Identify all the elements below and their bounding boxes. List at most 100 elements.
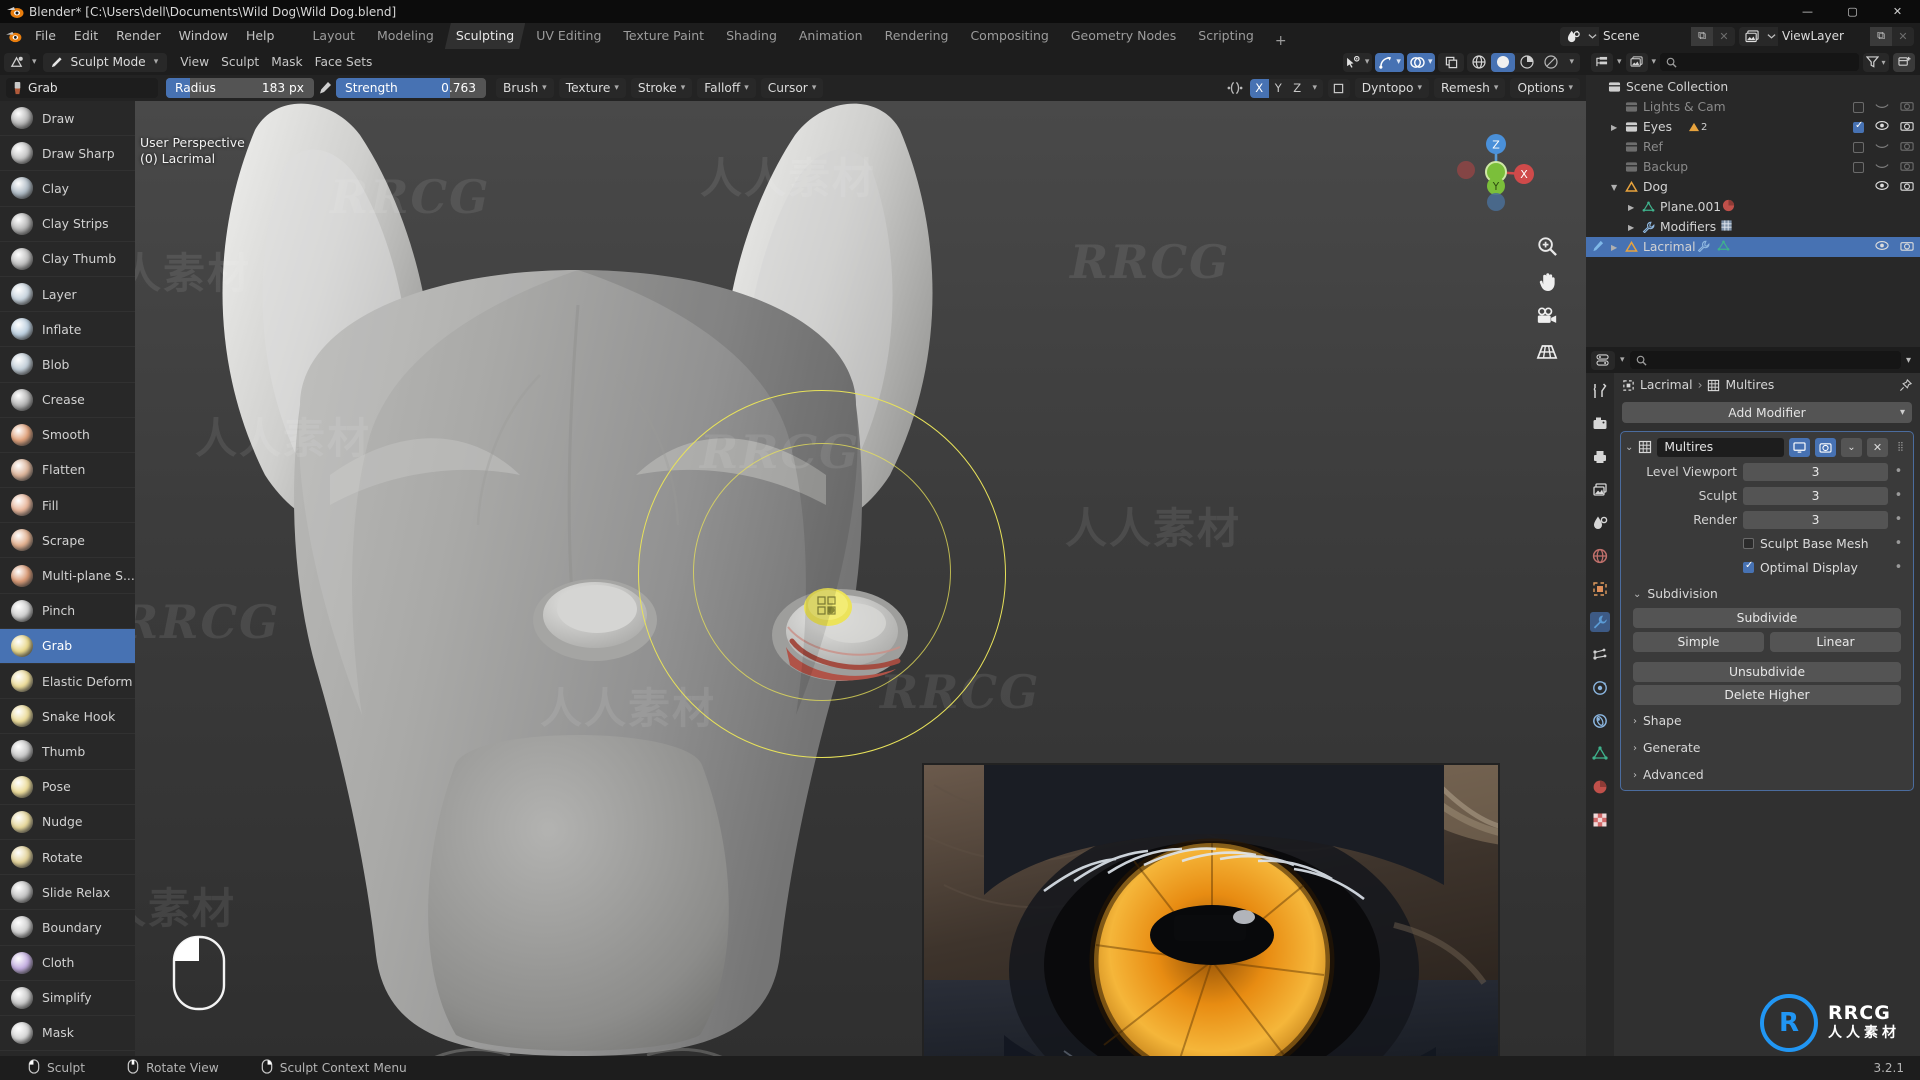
- camera-icon[interactable]: [1900, 120, 1914, 135]
- linear-button[interactable]: Linear: [1770, 632, 1901, 652]
- xray-toggle[interactable]: [1438, 52, 1465, 72]
- outliner-row-dog[interactable]: ▼ Dog: [1586, 177, 1920, 197]
- brush-tool-fill[interactable]: Fill: [0, 488, 135, 524]
- menu-sculpt[interactable]: Sculpt: [215, 53, 265, 72]
- brush-tool-mask[interactable]: Mask: [0, 1016, 135, 1052]
- advanced-section-header[interactable]: › Advanced: [1625, 764, 1909, 786]
- menu-face-sets[interactable]: Face Sets: [309, 53, 379, 72]
- brush-tool-inflate[interactable]: Inflate: [0, 312, 135, 348]
- remesh-dropdown[interactable]: Remesh ▾: [1434, 78, 1506, 98]
- modifier-drag-handle[interactable]: ⣿: [1893, 442, 1909, 452]
- shading-chevron-down-icon[interactable]: ▾: [1563, 57, 1580, 67]
- brush-tool-boundary[interactable]: Boundary: [0, 910, 135, 946]
- brush-tool-clay-thumb[interactable]: Clay Thumb: [0, 242, 135, 277]
- viewlayer-remove-button[interactable]: ✕: [1892, 26, 1914, 46]
- tool-tab[interactable]: [1590, 381, 1610, 401]
- outliner-row-ref[interactable]: Ref: [1586, 137, 1920, 157]
- menu-view[interactable]: View: [174, 53, 215, 72]
- simple-button[interactable]: Simple: [1633, 632, 1764, 652]
- strength-slider[interactable]: Strength 0.763: [336, 78, 486, 98]
- brush-tool-crease[interactable]: Crease: [0, 383, 135, 418]
- symmetry-axis-z[interactable]: Z: [1287, 78, 1307, 98]
- outliner-exclude-checkbox[interactable]: [1853, 161, 1864, 173]
- viewlayer-dropdown-chevron-icon[interactable]: [1765, 26, 1778, 46]
- outliner-row-modifiers[interactable]: ▶ Modifiers: [1586, 217, 1920, 237]
- overlays-chevron-down-icon[interactable]: ▾: [1428, 57, 1433, 67]
- outliner-row-lacrimal[interactable]: ▶ Lacrimal: [1586, 237, 1920, 257]
- active-brush-selector[interactable]: Grab: [6, 78, 158, 98]
- object-tab[interactable]: [1590, 579, 1610, 599]
- subdivision-section-header[interactable]: ⌄ Subdivision: [1625, 583, 1909, 605]
- scene-selector[interactable]: Scene ⧉ ✕: [1560, 26, 1735, 46]
- workspace-tab-scripting[interactable]: Scripting: [1187, 23, 1265, 49]
- gizmo-toggle[interactable]: ▾: [1375, 52, 1404, 72]
- properties-options-chevron-icon[interactable]: ▾: [1906, 355, 1915, 366]
- solid-shading-icon[interactable]: [1491, 52, 1516, 72]
- workspace-tab-geometry-nodes[interactable]: Geometry Nodes: [1060, 23, 1187, 49]
- wireframe-shading-icon[interactable]: [1467, 53, 1491, 72]
- outliner-exclude-checkbox[interactable]: [1853, 120, 1864, 133]
- render-level-animate-dot[interactable]: •: [1894, 513, 1903, 526]
- radius-slider[interactable]: Radius 183 px: [166, 78, 314, 98]
- generate-section-header[interactable]: › Generate: [1625, 737, 1909, 759]
- maximize-button[interactable]: ▢: [1830, 0, 1875, 23]
- camera-icon[interactable]: [1900, 100, 1914, 115]
- data-tab[interactable]: [1590, 744, 1610, 764]
- menu-mask[interactable]: Mask: [265, 53, 308, 72]
- material-preview-shading-icon[interactable]: [1515, 53, 1539, 72]
- breadcrumb-object-name[interactable]: Lacrimal: [1640, 378, 1693, 392]
- scene-new-button[interactable]: ⧉: [1691, 26, 1713, 46]
- workspace-tab-animation[interactable]: Animation: [788, 23, 874, 49]
- texture-dropdown[interactable]: Texture ▾: [558, 78, 626, 98]
- outliner-row-scene-collection[interactable]: Scene Collection: [1586, 77, 1920, 97]
- modifier-realtime-display-toggle[interactable]: [1789, 437, 1810, 457]
- workspace-tab-uv-editing[interactable]: UV Editing: [525, 23, 612, 49]
- outliner-display-mode-icon[interactable]: [1625, 52, 1648, 72]
- brush-tool-blob[interactable]: Blob: [0, 347, 135, 383]
- outliner-editor-type-icon[interactable]: [1591, 52, 1613, 72]
- physics-tab[interactable]: [1590, 678, 1610, 698]
- properties-search-input[interactable]: [1629, 351, 1901, 369]
- camera-icon[interactable]: [1534, 303, 1560, 329]
- disclosure-triangle-icon[interactable]: ▶: [1611, 123, 1617, 132]
- gizmo-chevron-down-icon[interactable]: ▾: [1396, 57, 1401, 67]
- rendered-shading-icon[interactable]: [1539, 53, 1563, 72]
- eye-icon[interactable]: [1875, 120, 1889, 134]
- brush-tool-slide-relax[interactable]: Slide Relax: [0, 875, 135, 911]
- modifier-tab[interactable]: [1590, 612, 1610, 632]
- brush-tool-grab[interactable]: Grab: [0, 628, 135, 664]
- add-workspace-button[interactable]: +: [1265, 33, 1297, 49]
- modifier-expand-chevron-icon[interactable]: ⌄: [1625, 442, 1633, 453]
- menu-edit[interactable]: Edit: [65, 26, 107, 46]
- scene-remove-button[interactable]: ✕: [1713, 26, 1735, 46]
- camera-icon[interactable]: [1900, 140, 1914, 155]
- level-viewport-value[interactable]: 3: [1743, 462, 1888, 481]
- symmetry-axis-x[interactable]: X: [1249, 78, 1269, 98]
- breadcrumb-modifier-name[interactable]: Multires: [1725, 378, 1774, 392]
- mode-selector[interactable]: Sculpt Mode ▾: [42, 52, 168, 72]
- disclosure-triangle-icon[interactable]: ▶: [1611, 243, 1617, 252]
- optimal-display-checkbox[interactable]: [1743, 560, 1754, 573]
- view-layer-tab[interactable]: [1590, 480, 1610, 500]
- brush-tool-clay[interactable]: Clay: [0, 171, 135, 207]
- outliner-row-backup[interactable]: Backup: [1586, 157, 1920, 177]
- texture-tab[interactable]: [1590, 810, 1610, 830]
- eye-icon[interactable]: [1875, 240, 1889, 254]
- menu-render[interactable]: Render: [107, 26, 170, 46]
- disclosure-triangle-icon[interactable]: ▼: [1611, 183, 1617, 192]
- pan-hand-icon[interactable]: [1534, 268, 1560, 294]
- brush-tool-flatten[interactable]: Flatten: [0, 453, 135, 489]
- modifier-delete-button[interactable]: ✕: [1867, 437, 1888, 457]
- sculpt-level-value[interactable]: 3: [1743, 486, 1888, 505]
- brush-tool-multi-plane-s[interactable]: Multi-plane S...: [0, 558, 135, 594]
- properties-editor-type-icon[interactable]: [1591, 350, 1615, 370]
- disclosure-triangle-icon[interactable]: ▶: [1628, 223, 1634, 232]
- symmetry-axis-y[interactable]: Y: [1268, 78, 1288, 98]
- viewport-canvas[interactable]: 人人素材 RRCG 人人素材 RRCG 人人素材 RRCG 人人素材 RRCG …: [0, 75, 1586, 1056]
- menu-help[interactable]: Help: [237, 26, 284, 46]
- close-button[interactable]: ✕: [1875, 0, 1920, 23]
- brush-tool-thumb[interactable]: Thumb: [0, 734, 135, 770]
- cursor-dropdown[interactable]: Cursor ▾: [760, 78, 824, 98]
- outliner-row-lights-cam[interactable]: Lights & Cam: [1586, 97, 1920, 117]
- workspace-tab-texture-paint[interactable]: Texture Paint: [612, 23, 715, 49]
